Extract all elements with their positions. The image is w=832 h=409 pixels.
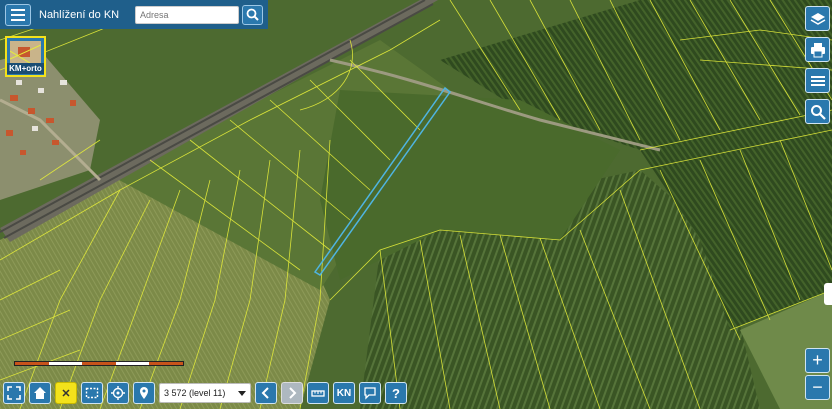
kn-button[interactable]: KN bbox=[333, 382, 355, 404]
address-search-input[interactable] bbox=[135, 5, 239, 24]
help-button[interactable]: ? bbox=[385, 382, 407, 404]
basemap-switch-tile[interactable]: KM+orto bbox=[5, 36, 46, 77]
speech-bubble-icon bbox=[364, 387, 376, 400]
zoom-in-button[interactable]: + bbox=[805, 348, 830, 373]
basemap-thumbnail bbox=[9, 41, 42, 64]
home-button[interactable] bbox=[29, 382, 51, 404]
menu-button[interactable] bbox=[5, 3, 31, 26]
app-title: Nahlížení do KN bbox=[39, 8, 120, 21]
map-pin-icon bbox=[140, 387, 148, 399]
bottom-toolbar: ✕ 3 572 (level 11) KN ? bbox=[3, 381, 407, 405]
place-marker-button[interactable] bbox=[133, 382, 155, 404]
layers-icon bbox=[810, 12, 825, 25]
info-bubble-button[interactable] bbox=[359, 382, 381, 404]
print-icon bbox=[810, 42, 825, 57]
previous-view-button[interactable] bbox=[255, 382, 277, 404]
search-icon bbox=[246, 8, 259, 21]
locate-button[interactable] bbox=[107, 382, 129, 404]
hamburger-icon bbox=[11, 8, 25, 11]
legend-icon bbox=[810, 75, 825, 86]
map-canvas[interactable] bbox=[0, 0, 832, 409]
layers-button[interactable] bbox=[805, 6, 830, 31]
fullscreen-icon bbox=[7, 386, 21, 400]
close-icon: ✕ bbox=[61, 387, 71, 400]
scale-level-value: 3 572 (level 11) bbox=[164, 388, 226, 398]
fullscreen-button[interactable] bbox=[3, 382, 25, 404]
legend-button[interactable] bbox=[805, 68, 830, 93]
right-toolbar bbox=[805, 6, 830, 124]
zoom-out-button[interactable]: − bbox=[805, 375, 830, 400]
clear-selection-button[interactable]: ✕ bbox=[55, 382, 77, 404]
select-area-button[interactable] bbox=[81, 382, 103, 404]
measure-button[interactable] bbox=[307, 382, 329, 404]
basemap-label: KM+orto bbox=[7, 63, 44, 74]
chevron-right-icon bbox=[289, 387, 297, 399]
scale-bar bbox=[14, 361, 184, 366]
scale-level-select[interactable]: 3 572 (level 11) bbox=[159, 383, 251, 403]
zoom-search-button[interactable] bbox=[805, 99, 830, 124]
zoom-search-icon bbox=[810, 104, 826, 120]
crosshair-icon bbox=[111, 386, 125, 400]
select-rectangle-icon bbox=[85, 387, 99, 399]
ruler-icon bbox=[311, 390, 325, 397]
home-icon bbox=[34, 387, 46, 399]
print-button[interactable] bbox=[805, 37, 830, 62]
side-panel-handle[interactable] bbox=[824, 283, 832, 305]
search-button[interactable] bbox=[242, 4, 263, 25]
next-view-button[interactable] bbox=[281, 382, 303, 404]
chevron-down-icon bbox=[238, 390, 246, 396]
header-bar: Nahlížení do KN bbox=[0, 0, 268, 29]
chevron-left-icon bbox=[261, 387, 269, 399]
